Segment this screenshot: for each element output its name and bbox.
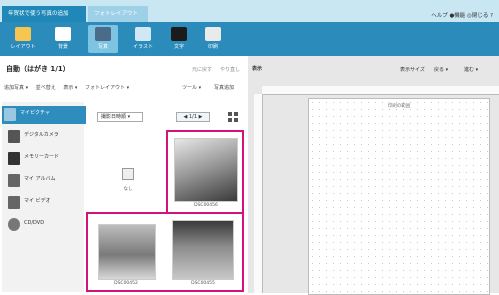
menu-view[interactable]: 表示 ▾ (63, 85, 77, 91)
text-button[interactable]: 文字 (164, 25, 194, 53)
print-label: 印刷 (207, 44, 218, 50)
layout-label: レイアウト (10, 44, 36, 50)
menu-tools[interactable]: ツール ▾ (182, 84, 201, 91)
video-icon (8, 196, 20, 209)
sidebar-item-memory-card[interactable]: メモリーカード (6, 150, 84, 168)
camera-icon (8, 130, 20, 143)
undo-link[interactable]: 元に戻す (192, 66, 212, 73)
page-title: 自動（はがき 1/1） (6, 65, 70, 73)
sidebar-item-digital-camera[interactable]: デジタルカメラ (6, 128, 84, 146)
sidebar-item-my-pictures[interactable]: マイピクチャ (2, 106, 86, 124)
background-icon (55, 27, 71, 41)
back-button[interactable]: 戻る ▾ (434, 66, 448, 73)
tab-photo-layout[interactable]: フォトレイアウト (88, 6, 148, 22)
grid-view-icon[interactable] (228, 112, 238, 122)
page-nav-select[interactable]: ◀ 1/1 ▶ (176, 112, 210, 122)
source-sidebar: マイピクチャ デジタルカメラ メモリーカード マイ アルバム マイ ビデオ CD… (2, 102, 86, 292)
thumbnail-none[interactable]: なし (106, 160, 150, 196)
album-icon (8, 174, 20, 187)
selection-highlight (86, 212, 244, 292)
layout-button[interactable]: レイアウト (8, 25, 38, 53)
folder-icon (4, 108, 16, 121)
ribbon-toolbar: レイアウト 背景 写真 イラスト 文字 印刷 (0, 22, 499, 56)
sidebar-item-label: マイ ビデオ (24, 198, 51, 204)
left-ruler (254, 94, 263, 293)
menu-add-photo[interactable]: 追加写真 ▾ (4, 85, 28, 91)
sidebar-item-cd-dvd[interactable]: CD/DVD (6, 216, 84, 234)
illustration-label: イラスト (133, 44, 153, 50)
illustration-button[interactable]: イラスト (128, 25, 158, 53)
layout-icon (15, 27, 31, 41)
print-area-label: 印刷の範囲 (387, 104, 411, 109)
background-label: 背景 (57, 44, 68, 50)
menu-sort[interactable]: 並べ替え (36, 85, 56, 91)
text-icon (171, 27, 187, 41)
forward-button[interactable]: 進む ▾ (464, 66, 478, 73)
menu-bar: 追加写真 ▾ 並べ替え 表示 ▾ フォトレイアウト ▾ ツール ▾ 写真追加 (4, 84, 244, 96)
tab-add-photos[interactable]: 年賀状で使う写真の追加 (2, 6, 86, 22)
preview-label: 表示 (252, 66, 263, 72)
print-icon (205, 27, 221, 41)
photo-label: 写真 (97, 44, 108, 50)
print-button[interactable]: 印刷 (198, 25, 228, 53)
sidebar-item-label: マイピクチャ (20, 110, 50, 116)
selection-highlight (166, 130, 244, 214)
background-button[interactable]: 背景 (48, 25, 78, 53)
sidebar-item-label: メモリーカード (24, 154, 60, 160)
menu-photo-layout[interactable]: フォトレイアウト ▾ (85, 85, 129, 91)
photo-icon (95, 27, 111, 41)
sidebar-item-label: CD/DVD (24, 220, 45, 226)
redo-link[interactable]: やり直し (220, 66, 240, 73)
illustration-icon (135, 27, 151, 41)
zoom-control[interactable]: 表示サイズ (400, 66, 425, 73)
text-label: 文字 (173, 44, 184, 50)
sidebar-item-my-video[interactable]: マイ ビデオ (6, 194, 84, 212)
sidebar-item-my-album[interactable]: マイ アルバム (6, 172, 84, 190)
menu-photo-add[interactable]: 写真追加 (214, 84, 234, 91)
thumbnail-caption: なし (123, 187, 133, 192)
photo-button[interactable]: 写真 (88, 25, 118, 53)
postcard-canvas[interactable]: 印刷の範囲 (308, 98, 490, 295)
thumbnail-grid: なし DSC00456 DSC00452 DSC00455 (86, 128, 246, 293)
disc-icon (8, 218, 20, 231)
memory-card-icon (8, 152, 20, 165)
preview-header: 表示 表示サイズ 戻る ▾ 進む ▾ (248, 62, 499, 74)
sidebar-item-label: デジタルカメラ (24, 132, 59, 138)
sidebar-item-label: マイ アルバム (24, 176, 56, 182)
top-ruler (262, 86, 499, 95)
top-links[interactable]: ヘルプ ●機能 ◎閉じる ? (431, 11, 493, 19)
sort-select[interactable]: 撮影日時順 ▾ (97, 112, 143, 122)
empty-image-icon (122, 168, 134, 180)
